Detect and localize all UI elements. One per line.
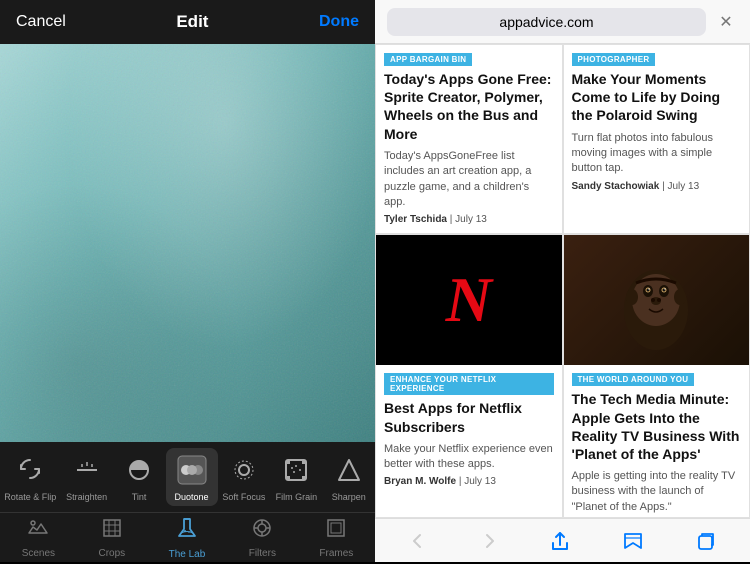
netflix-image: N (376, 235, 562, 365)
frames-icon (325, 517, 347, 545)
article-card-1[interactable]: APP BARGAIN BIN Today's Apps Gone Free: … (375, 44, 563, 234)
article-3-date: July 13 (464, 476, 496, 487)
apes-image-content (564, 235, 750, 365)
straighten-label: Straighten (66, 492, 107, 502)
soft-focus-label: Soft Focus (222, 492, 265, 502)
tools-row: Rotate & Flip Straighten T (0, 442, 375, 512)
browser-topbar: appadvice.com ✕ (375, 0, 750, 44)
tool-duotone[interactable]: Duotone (166, 448, 218, 506)
article-2-date: July 13 (667, 181, 699, 192)
browser-tabs-button[interactable] (687, 526, 725, 556)
editor-bottom-tabs: Scenes Crops (0, 512, 375, 562)
article-2-title: Make Your Moments Come to Life by Doing … (564, 70, 750, 131)
article-card-4[interactable]: THE WORLD AROUND YOU The Tech Media Minu… (563, 234, 750, 518)
sharpen-icon (331, 452, 367, 488)
rotate-icon (12, 452, 48, 488)
browser-close-button[interactable]: ✕ (714, 10, 738, 34)
article-3-author: Bryan M. Wolfe (384, 476, 456, 487)
article-1-meta: Tyler Tschida | July 13 (376, 214, 562, 233)
browser-forward-button[interactable] (471, 527, 507, 555)
tab-frames[interactable]: Frames (307, 513, 365, 563)
straighten-icon (69, 452, 105, 488)
netflix-logo: N (446, 263, 492, 337)
articles-grid: APP BARGAIN BIN Today's Apps Gone Free: … (375, 44, 750, 518)
tint-label: Tint (132, 492, 147, 502)
cancel-button[interactable]: Cancel (16, 13, 66, 31)
url-bar[interactable]: appadvice.com (387, 8, 706, 36)
article-4-desc: Apple is getting into the reality TV bus… (564, 469, 750, 518)
duotone-label: Duotone (174, 492, 208, 502)
article-3-category: ENHANCE YOUR NETFLIX EXPERIENCE (384, 373, 554, 395)
article-3-meta: Bryan M. Wolfe | July 13 (376, 476, 562, 495)
browser-bottom-nav (375, 518, 750, 562)
apes-image (564, 235, 750, 365)
soft-focus-icon (226, 452, 262, 488)
article-1-date: July 13 (455, 214, 487, 225)
article-3-title: Best Apps for Netflix Subscribers (376, 399, 562, 441)
frames-label: Frames (319, 548, 353, 559)
article-2-meta: Sandy Stachowiak | July 13 (564, 181, 750, 200)
film-grain-icon (278, 452, 314, 488)
duotone-icon (174, 452, 210, 488)
ape-svg (616, 245, 696, 355)
tool-soft-focus[interactable]: Soft Focus (218, 448, 270, 506)
photo-editor-panel: Cancel Edit Done Rotate & Flip (0, 0, 375, 562)
browser-panel: appadvice.com ✕ APP BARGAIN BIN Today's … (375, 0, 750, 562)
article-1-author: Tyler Tschida (384, 214, 447, 225)
article-1-desc: Today's AppsGoneFree list includes an ar… (376, 149, 562, 215)
tool-tint[interactable]: Tint (113, 448, 165, 506)
article-3-desc: Make your Netflix experience even better… (376, 442, 562, 477)
article-4-category: THE WORLD AROUND YOU (572, 373, 695, 386)
browser-share-button[interactable] (541, 526, 579, 556)
tab-scenes[interactable]: Scenes (10, 513, 67, 563)
scenes-icon (27, 517, 49, 545)
lab-icon (175, 516, 199, 546)
browser-back-button[interactable] (400, 527, 436, 555)
done-button[interactable]: Done (319, 13, 359, 31)
tool-straighten[interactable]: Straighten (61, 448, 113, 506)
article-card-2[interactable]: PHOTOGRAPHER Make Your Moments Come to L… (563, 44, 750, 234)
tab-the-lab[interactable]: The Lab (157, 512, 218, 564)
crops-label: Crops (98, 548, 125, 559)
article-4-title: The Tech Media Minute: Apple Gets Into t… (564, 390, 750, 469)
scenes-label: Scenes (22, 548, 55, 559)
filters-icon (251, 517, 273, 545)
article-card-3[interactable]: N ENHANCE YOUR NETFLIX EXPERIENCE Best A… (375, 234, 563, 518)
tool-rotate[interactable]: Rotate & Flip (0, 448, 60, 506)
editor-title: Edit (176, 12, 208, 32)
filters-label: Filters (249, 548, 276, 559)
article-1-category: APP BARGAIN BIN (384, 53, 472, 66)
article-1-title: Today's Apps Gone Free: Sprite Creator, … (376, 70, 562, 149)
lab-label: The Lab (169, 549, 206, 560)
photo-noise-overlay (0, 44, 375, 442)
crops-icon (101, 517, 123, 545)
tint-icon (121, 452, 157, 488)
tab-filters[interactable]: Filters (237, 513, 288, 563)
tool-sharpen[interactable]: Sharpen (323, 448, 375, 506)
photo-canvas (0, 44, 375, 442)
browser-bookmarks-button[interactable] (614, 526, 652, 556)
film-grain-label: Film Grain (276, 492, 318, 502)
tool-film-grain[interactable]: Film Grain (270, 448, 322, 506)
tab-crops[interactable]: Crops (86, 513, 137, 563)
article-2-desc: Turn flat photos into fabulous moving im… (564, 131, 750, 181)
article-2-author: Sandy Stachowiak (572, 181, 660, 192)
article-2-category: PHOTOGRAPHER (572, 53, 656, 66)
editor-topbar: Cancel Edit Done (0, 0, 375, 44)
rotate-label: Rotate & Flip (4, 492, 56, 502)
sharpen-label: Sharpen (332, 492, 366, 502)
